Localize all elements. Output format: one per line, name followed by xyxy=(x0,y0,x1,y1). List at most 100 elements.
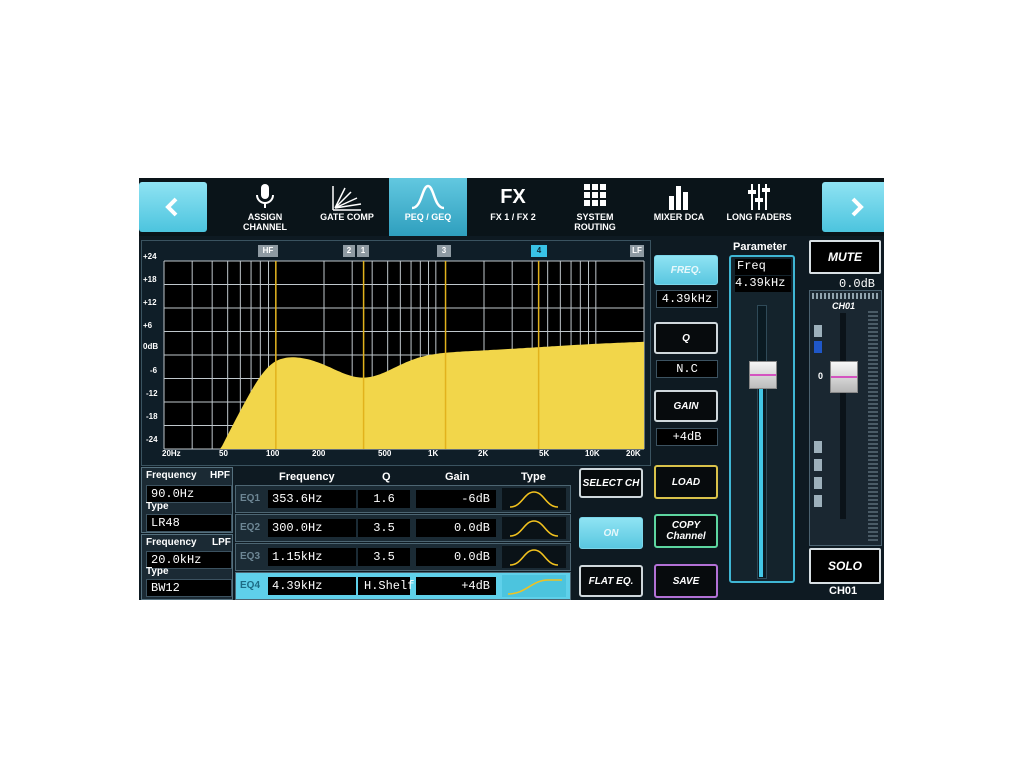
channel-fader-track[interactable] xyxy=(840,313,846,519)
eq-header-q: Q xyxy=(382,471,391,483)
q-button[interactable]: Q xyxy=(654,322,718,354)
prev-button[interactable] xyxy=(139,182,207,232)
gain-value: +4dB xyxy=(656,428,718,446)
eq-row-q[interactable]: H.Shelf xyxy=(358,577,414,595)
tab-gate-comp[interactable]: GATE COMP xyxy=(311,178,383,236)
lpf-type-value[interactable]: BW12 xyxy=(146,579,232,597)
eq-row-q[interactable]: 1.6 xyxy=(358,490,410,508)
tab-label-line1: PEQ / GEQ xyxy=(404,212,452,222)
eq-graph[interactable]: +24 +18 +12 +6 0dB -6 -12 -18 -24 20Hz 5… xyxy=(141,240,651,466)
eq-row-freq[interactable]: 1.15kHz xyxy=(268,548,356,566)
level-meter-bar xyxy=(812,293,880,299)
freq-button[interactable]: FREQ. xyxy=(654,255,718,285)
top-bar: ASSIGN CHANNEL GATE COMP PEQ / GEQ FX FX … xyxy=(139,178,884,236)
hpf-type-label: Type xyxy=(146,501,169,512)
band-marker-hf[interactable]: HF xyxy=(258,245,278,257)
x-label: 10K xyxy=(585,449,600,458)
microphone-icon xyxy=(256,184,274,208)
eq-row-q[interactable]: 3.5 xyxy=(358,519,410,537)
tab-assign-channel[interactable]: ASSIGN CHANNEL xyxy=(231,178,299,236)
eq-row-type[interactable] xyxy=(502,546,566,568)
tab-system-routing[interactable]: SYSTEM ROUTING xyxy=(559,178,631,236)
tab-label-line2: CHANNEL xyxy=(243,222,287,232)
parameter-fader-fill xyxy=(759,385,763,577)
eq-row-1[interactable]: EQ1 353.6Hz 1.6 -6dB xyxy=(235,485,571,513)
copy-button-line2: Channel xyxy=(666,531,706,542)
tab-long-faders[interactable]: LONG FADERS xyxy=(723,178,795,236)
load-button[interactable]: LOAD xyxy=(654,465,718,499)
parameter-title: Parameter xyxy=(733,241,787,253)
eq-row-3[interactable]: EQ3 1.15kHz 3.5 0.0dB xyxy=(235,543,571,571)
next-button[interactable] xyxy=(822,182,884,232)
level-meter xyxy=(868,311,878,541)
bell-icon xyxy=(509,520,559,537)
band-marker-3[interactable]: 3 xyxy=(437,245,451,257)
copy-button-line1: COPY xyxy=(671,520,701,531)
tab-mixer-dca[interactable]: MIXER DCA xyxy=(643,178,715,236)
meter-tick xyxy=(814,459,822,471)
eq-row-gain[interactable]: 0.0dB xyxy=(416,519,496,537)
gate-comp-icon xyxy=(332,186,362,211)
high-shelf-icon xyxy=(507,579,562,595)
x-label: 20Hz xyxy=(162,449,181,458)
lpf-frequency-label: Frequency xyxy=(146,537,197,548)
chevron-right-icon xyxy=(851,197,864,217)
eq-row-name: EQ4 xyxy=(240,580,261,591)
flat-eq-button[interactable]: FLAT EQ. xyxy=(579,565,643,597)
y-label: -12 xyxy=(146,389,158,398)
y-label: +12 xyxy=(143,298,157,307)
hpf-tag: HPF xyxy=(210,470,230,481)
tab-fx[interactable]: FX FX 1 / FX 2 xyxy=(477,178,549,236)
channel-fader-knob[interactable] xyxy=(830,361,858,393)
meter-tick xyxy=(814,325,822,337)
on-button[interactable]: ON xyxy=(579,517,643,549)
eq-row-2[interactable]: EQ2 300.0Hz 3.5 0.0dB xyxy=(235,514,571,542)
eq-row-type[interactable] xyxy=(502,517,566,539)
x-label: 2K xyxy=(478,449,489,458)
eq-row-type[interactable] xyxy=(502,575,566,597)
tab-label-line1: FX 1 / FX 2 xyxy=(490,212,536,222)
eq-row-freq[interactable]: 4.39kHz xyxy=(268,577,356,595)
select-ch-button[interactable]: SELECT CH xyxy=(579,468,643,498)
save-button[interactable]: SAVE xyxy=(654,564,718,598)
eq-row-name: EQ2 xyxy=(240,522,261,533)
bars-icon xyxy=(669,186,688,210)
eq-row-4[interactable]: EQ4 4.39kHz H.Shelf +4dB xyxy=(235,572,571,600)
parameter-fader-knob[interactable] xyxy=(749,361,777,389)
eq-row-name: EQ3 xyxy=(240,551,261,562)
meter-tick xyxy=(814,341,822,353)
y-label: +6 xyxy=(143,321,153,330)
hpf-box[interactable]: Frequency HPF 90.0Hz Type LR48 xyxy=(141,467,233,533)
solo-button[interactable]: SOLO xyxy=(809,548,881,584)
chevron-left-icon xyxy=(165,197,178,217)
x-label: 500 xyxy=(378,449,392,458)
eq-row-gain[interactable]: -6dB xyxy=(416,490,496,508)
eq-row-freq[interactable]: 300.0Hz xyxy=(268,519,356,537)
eq-row-freq[interactable]: 353.6Hz xyxy=(268,490,356,508)
eq-row-q[interactable]: 3.5 xyxy=(358,548,410,566)
peq-curve-icon xyxy=(411,184,445,210)
channel-level: 0.0dB xyxy=(839,277,876,291)
tab-peq-geq[interactable]: PEQ / GEQ xyxy=(389,178,467,236)
lpf-box[interactable]: Frequency LPF 20.0kHz Type BW12 xyxy=(141,534,233,600)
band-marker-2[interactable]: 2 xyxy=(343,245,355,257)
channel-strip-label: CH01 xyxy=(832,301,856,311)
band-marker-lf[interactable]: LF xyxy=(630,245,644,257)
eq-header-type: Type xyxy=(521,471,546,483)
mute-button[interactable]: MUTE xyxy=(809,240,881,274)
grid-icon xyxy=(584,184,606,206)
eq-graph-svg xyxy=(163,260,645,450)
mixer-screen: ASSIGN CHANNEL GATE COMP PEQ / GEQ FX FX … xyxy=(139,178,884,600)
band-marker-4[interactable]: 4 xyxy=(531,245,547,257)
bell-icon xyxy=(509,491,559,508)
eq-row-gain[interactable]: +4dB xyxy=(416,577,496,595)
copy-channel-button[interactable]: COPY Channel xyxy=(654,514,718,548)
eq-row-gain[interactable]: 0.0dB xyxy=(416,548,496,566)
band-marker-1[interactable]: 1 xyxy=(357,245,369,257)
hpf-type-value[interactable]: LR48 xyxy=(146,514,232,532)
eq-row-type[interactable] xyxy=(502,488,566,510)
gain-button[interactable]: GAIN xyxy=(654,390,718,422)
x-label: 1K xyxy=(428,449,439,458)
hpf-frequency-label: Frequency xyxy=(146,470,197,481)
eq-row-name: EQ1 xyxy=(240,493,261,504)
